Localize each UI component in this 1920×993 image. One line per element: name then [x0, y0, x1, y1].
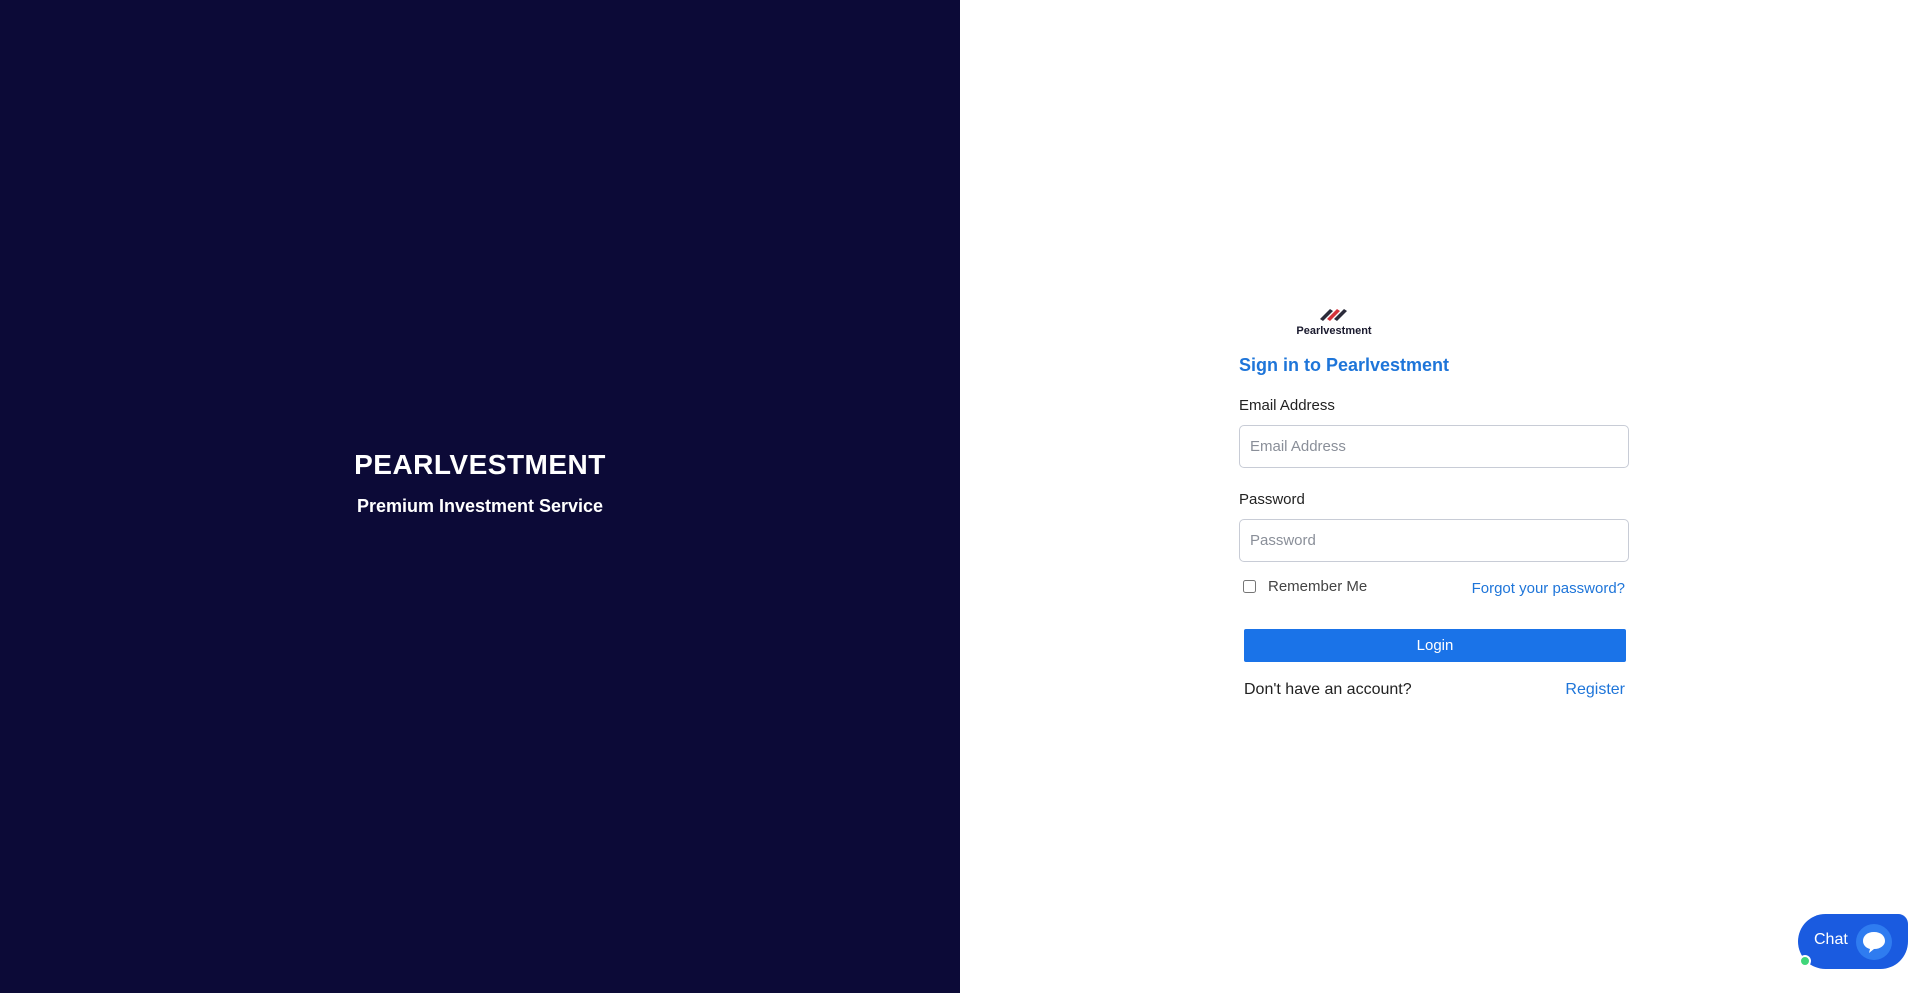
- brand-title: PEARLVESTMENT: [354, 449, 606, 480]
- pearlvestment-logo-icon: [1320, 309, 1347, 321]
- brand-subtitle: Premium Investment Service: [356, 496, 604, 516]
- email-label: Email Address: [1239, 397, 1335, 414]
- password-label: Password: [1239, 491, 1305, 508]
- page-title: Sign in to Pearlvestment: [1239, 355, 1450, 375]
- online-status-indicator: [1799, 955, 1811, 967]
- remember-me-checkbox[interactable]: [1243, 580, 1256, 593]
- chat-button[interactable]: Chat: [1798, 914, 1908, 969]
- brand-panel: PEARLVESTMENT Premium Investment Service: [0, 0, 960, 993]
- remember-me-label: Remember Me: [1268, 578, 1368, 595]
- no-account-text: Don't have an account?: [1244, 681, 1412, 698]
- email-field[interactable]: [1239, 425, 1629, 468]
- chat-label: Chat: [1814, 931, 1848, 948]
- register-link[interactable]: Register: [1565, 681, 1625, 699]
- password-field[interactable]: [1239, 519, 1629, 562]
- logo: Pearlvestment: [1294, 305, 1374, 339]
- forgot-password-link[interactable]: Forgot your password?: [1472, 580, 1625, 597]
- chat-bubble-icon: [1856, 924, 1892, 960]
- login-panel: [960, 0, 1920, 993]
- login-button[interactable]: Login: [1244, 629, 1626, 662]
- logo-text: Pearlvestment: [1296, 325, 1372, 337]
